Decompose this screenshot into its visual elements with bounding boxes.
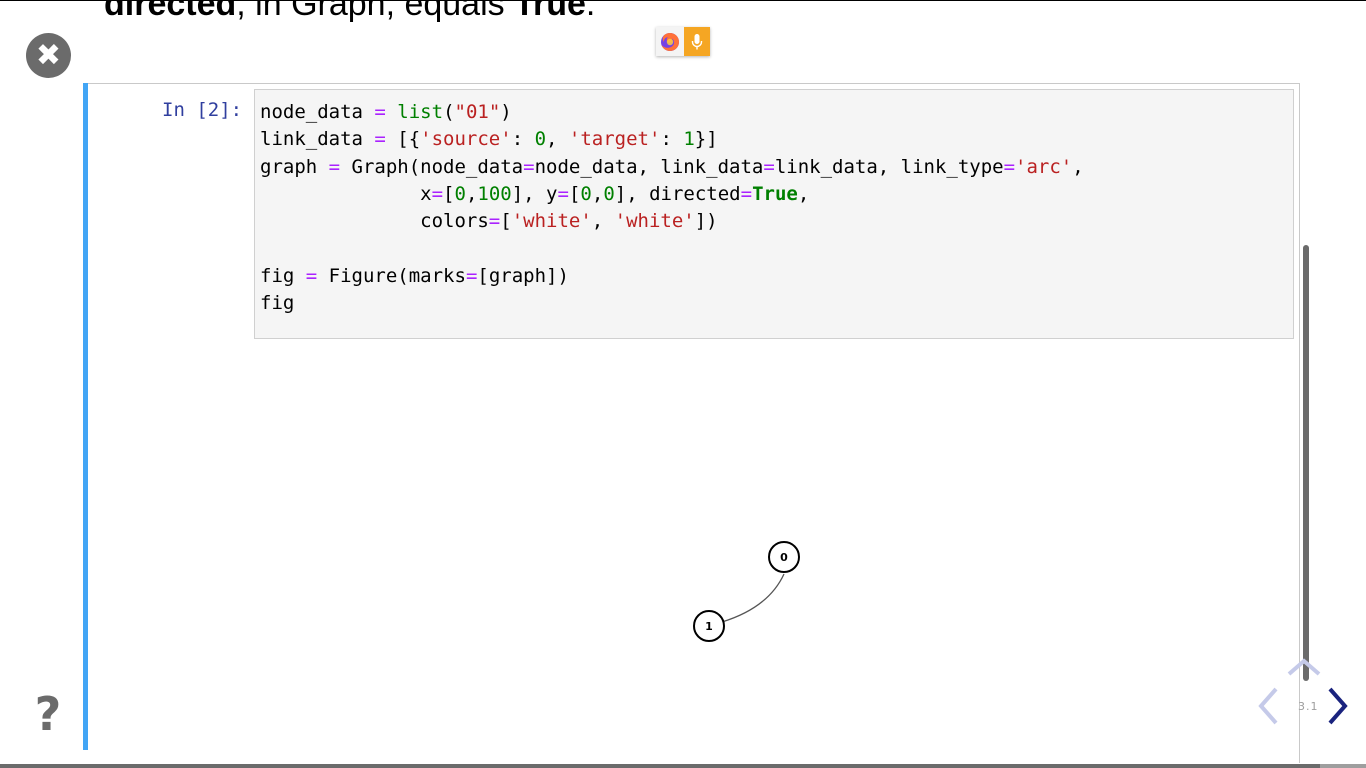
help-icon[interactable]: ? [30,690,66,738]
heading-bold-term: directed [104,0,237,23]
slide-heading-fragment: directed, in Graph, equals True. [104,0,664,30]
code-line: node_data = list("01") [260,101,512,123]
cell-selected-indicator [83,83,88,750]
slide-number: 3.1 [1298,700,1319,713]
vertical-scrollbar[interactable] [1303,245,1309,681]
extension-toolbar [656,27,710,56]
graph-node-label: 1 [705,620,713,633]
heading-text: , in Graph, equals [236,0,515,23]
graph-node-0[interactable]: 0 [768,541,800,573]
microphone-icon[interactable] [684,27,710,56]
graph-node-1[interactable]: 1 [693,610,725,642]
graph-output: 0 1 [693,541,800,642]
code-line: graph = Graph(node_data=node_data, link_… [260,155,1084,178]
graph-node-label: 0 [780,551,788,564]
cell-prompt: In [2]: [162,99,243,121]
firefox-icon[interactable] [656,27,684,56]
code-editor[interactable]: node_data = list("01") link_data = [{'so… [260,99,1084,317]
code-line: link_data = [{'source': 0, 'target': 1}] [260,128,718,151]
code-line: fig [260,292,295,315]
code-line: fig = Figure(marks=[graph]) [260,264,569,287]
code-line: x=[0,100], y=[0,0], directed=True, [260,182,810,205]
heading-period: . [585,0,596,23]
code-line: colors=['white', 'white']) [260,210,718,233]
nav-right-icon[interactable] [1326,686,1350,726]
graph-link-arc [721,573,785,623]
heading-bold-value: True [514,0,586,23]
nav-left-icon[interactable] [1256,686,1280,726]
close-icon[interactable]: ✖ [26,33,71,78]
progress-bar-fill [0,764,1320,768]
progress-bar [0,764,1366,768]
nav-up-icon[interactable] [1285,656,1323,678]
code-input-area[interactable]: node_data = list("01") link_data = [{'so… [254,89,1294,339]
